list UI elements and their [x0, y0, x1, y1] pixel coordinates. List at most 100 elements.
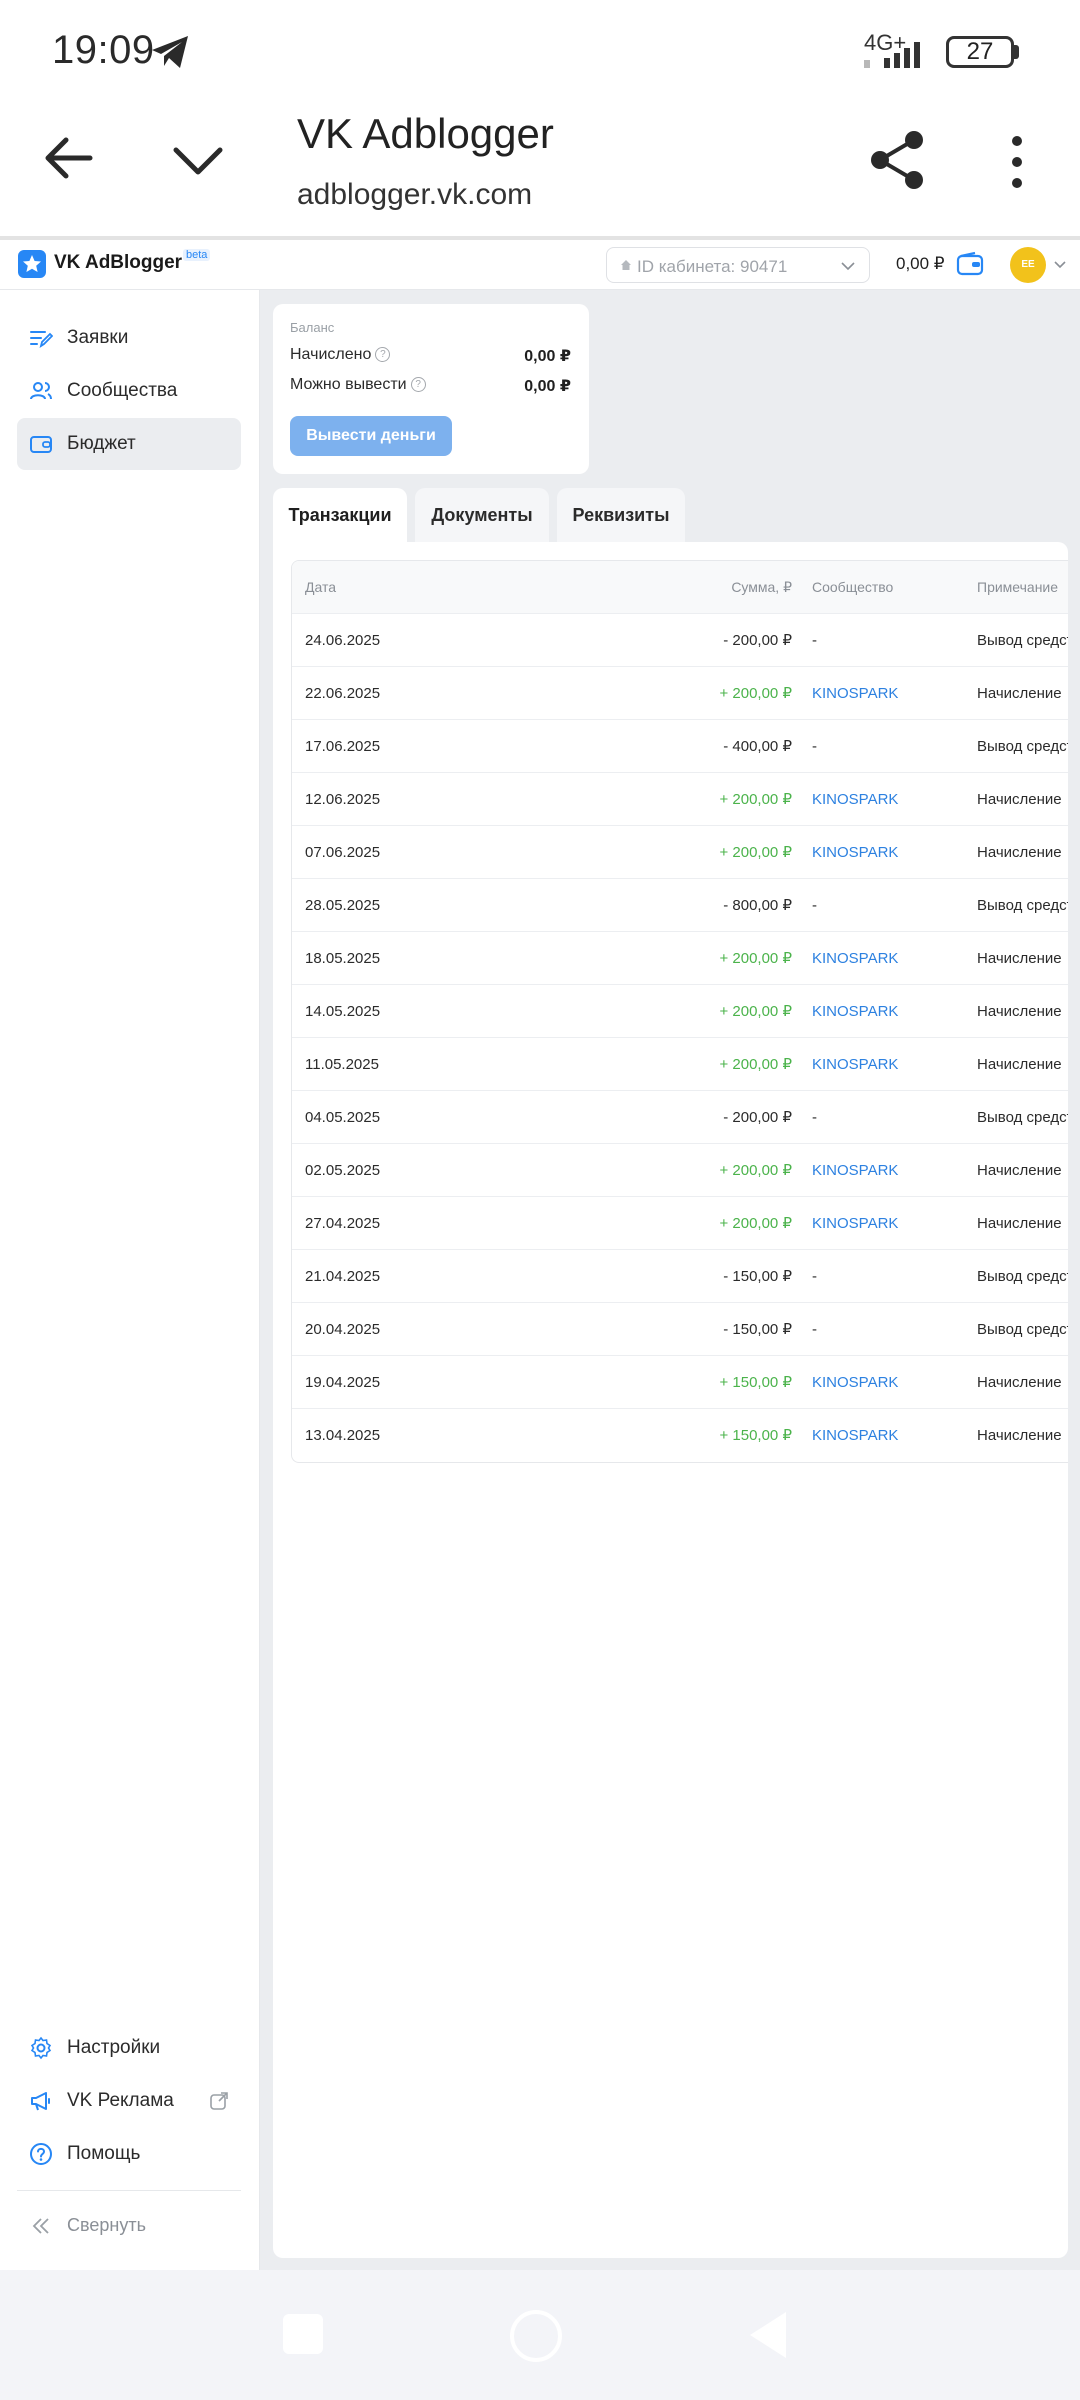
cell-note: Начисление [977, 791, 1062, 808]
tab-transactions[interactable]: Транзакции [273, 488, 407, 542]
cell-note: Начисление [977, 1374, 1062, 1391]
question-icon[interactable]: ? [375, 347, 391, 363]
sidebar-item-help[interactable]: Помощь [17, 2128, 241, 2180]
cell-note: Начисление [977, 1427, 1062, 1444]
chevron-down-icon[interactable] [1054, 260, 1066, 270]
megaphone-icon [31, 2092, 50, 2111]
cell-community[interactable]: KINOSPARK [812, 826, 972, 879]
accrued-row: Начислено? [290, 346, 391, 364]
table-body: 24.06.2025 - 200,00 ₽ - Вывод средств 22.06.… [292, 614, 1068, 1462]
cell-note: Начисление [977, 685, 1062, 702]
cell-date: 24.06.2025 [305, 632, 381, 649]
wallet-icon [30, 436, 52, 453]
withdraw-button[interactable]: Вывести деньги [290, 416, 452, 456]
status-time: 19:09 [52, 28, 155, 72]
balance-heading: Баланс [290, 320, 335, 335]
cell-note: Вывод средств [977, 1109, 1068, 1126]
sidebar: Заявки Сообщества Бюджет Настройки VK Ре… [0, 290, 260, 2270]
sidebar-collapse[interactable]: Свернуть [17, 2200, 241, 2252]
sidebar-item-settings[interactable]: Настройки [17, 2022, 241, 2074]
table-row: 18.05.2025 + 200,00 ₽ KINOSPARK Начисление [292, 932, 1068, 985]
share-icon[interactable] [868, 128, 928, 192]
cell-note: Начисление [977, 844, 1062, 861]
cell-community[interactable]: KINOSPARK [812, 932, 972, 985]
users-icon [30, 382, 52, 400]
wallet-icon[interactable] [956, 251, 984, 277]
sidebar-item-vk-ads[interactable]: VK Реклама [17, 2075, 241, 2127]
cabinet-select[interactable]: ID кабинета: 90471 [606, 247, 870, 283]
tab-documents[interactable]: Документы [415, 488, 549, 542]
cell-note: Вывод средств [977, 1321, 1068, 1338]
cell-date: 02.05.2025 [305, 1162, 381, 1179]
cell-date: 21.04.2025 [305, 1268, 381, 1285]
withdrawable-row: Можно вывести? [290, 376, 426, 394]
cell-community[interactable]: KINOSPARK [812, 985, 972, 1038]
system-nav-bar [0, 2270, 1080, 2400]
sidebar-item-label: Помощь [67, 2143, 141, 2164]
cell-community[interactable]: KINOSPARK [812, 1409, 972, 1462]
table-row: 22.06.2025 + 200,00 ₽ KINOSPARK Начисление [292, 667, 1068, 720]
cell-community[interactable]: KINOSPARK [812, 1356, 972, 1409]
edit-list-icon [30, 331, 53, 349]
sidebar-item-budget[interactable]: Бюджет [17, 418, 241, 470]
cell-community: - [812, 1321, 817, 1338]
table-row: 28.05.2025 - 800,00 ₽ - Вывод средств [292, 879, 1068, 932]
table-row: 17.06.2025 - 400,00 ₽ - Вывод средств [292, 720, 1068, 773]
sidebar-item-communities[interactable]: Сообщества [17, 365, 241, 417]
header-sum[interactable]: Сумма, ₽ [652, 561, 792, 614]
cell-date: 27.04.2025 [305, 1215, 381, 1232]
cell-community[interactable]: KINOSPARK [812, 773, 972, 826]
sidebar-item-requests[interactable]: Заявки [17, 312, 241, 364]
cell-sum: + 200,00 ₽ [719, 685, 792, 702]
sidebar-collapse-label: Свернуть [67, 2215, 146, 2235]
cell-note: Вывод средств [977, 738, 1068, 755]
back-arrow-icon[interactable] [40, 130, 96, 186]
cell-sum: + 200,00 ₽ [719, 1162, 792, 1179]
cell-date: 12.06.2025 [305, 791, 381, 808]
table-header: Дата Сумма, ₽ Сообщество Примечание [292, 561, 1068, 614]
battery-level: 27 [966, 38, 994, 65]
cell-community[interactable]: KINOSPARK [812, 1038, 972, 1091]
cell-date: 18.05.2025 [305, 950, 381, 967]
cell-note: Начисление [977, 1003, 1062, 1020]
cell-sum: + 150,00 ₽ [719, 1374, 792, 1391]
cell-sum: + 200,00 ₽ [719, 791, 792, 808]
transactions-panel: Дата Сумма, ₽ Сообщество Примечание 24.0… [273, 542, 1068, 2258]
home-button[interactable] [510, 2310, 562, 2362]
cell-community[interactable]: KINOSPARK [812, 1197, 972, 1250]
cell-sum: + 150,00 ₽ [719, 1427, 792, 1444]
question-icon[interactable]: ? [410, 377, 426, 393]
cell-date: 11.05.2025 [305, 1056, 379, 1073]
cell-community[interactable]: KINOSPARK [812, 1144, 972, 1197]
browser-url[interactable]: adblogger.vk.com [297, 178, 532, 212]
table-row: 27.04.2025 + 200,00 ₽ KINOSPARK Начисление [292, 1197, 1068, 1250]
cell-sum: + 200,00 ₽ [719, 1003, 792, 1020]
avatar[interactable]: EE [1010, 247, 1046, 283]
signal-icon [864, 42, 920, 68]
sidebar-item-label: VK Реклама [67, 2090, 174, 2111]
cell-community: - [812, 738, 817, 755]
header-date[interactable]: Дата [305, 561, 505, 614]
balance-card: Баланс Начислено? 0,00 ₽ Можно вывести? … [273, 304, 589, 474]
cell-sum: - 800,00 ₽ [723, 897, 792, 914]
header-community[interactable]: Сообщество [812, 561, 972, 614]
cell-sum: - 150,00 ₽ [723, 1321, 792, 1338]
app-name[interactable]: VK AdBlogger [54, 252, 182, 274]
chevron-down-icon[interactable] [170, 140, 226, 180]
help-icon [30, 2143, 52, 2165]
recents-button[interactable] [283, 2314, 323, 2354]
home-icon [621, 260, 631, 270]
cell-note: Вывод средств [977, 1268, 1068, 1285]
table-row: 24.06.2025 - 200,00 ₽ - Вывод средств [292, 614, 1068, 667]
tab-requisites[interactable]: Реквизиты [557, 488, 685, 542]
cell-community[interactable]: KINOSPARK [812, 667, 972, 720]
cell-sum: - 400,00 ₽ [723, 738, 792, 755]
cell-date: 17.06.2025 [305, 738, 381, 755]
app-logo-icon[interactable] [18, 250, 46, 278]
chevron-down-icon [841, 262, 855, 271]
cell-date: 28.05.2025 [305, 897, 381, 914]
browser-header: VK Adblogger adblogger.vk.com [0, 100, 1080, 238]
header-note[interactable]: Примечание [977, 561, 1068, 614]
back-button[interactable] [748, 2310, 788, 2360]
more-vertical-icon[interactable] [1004, 134, 1030, 190]
